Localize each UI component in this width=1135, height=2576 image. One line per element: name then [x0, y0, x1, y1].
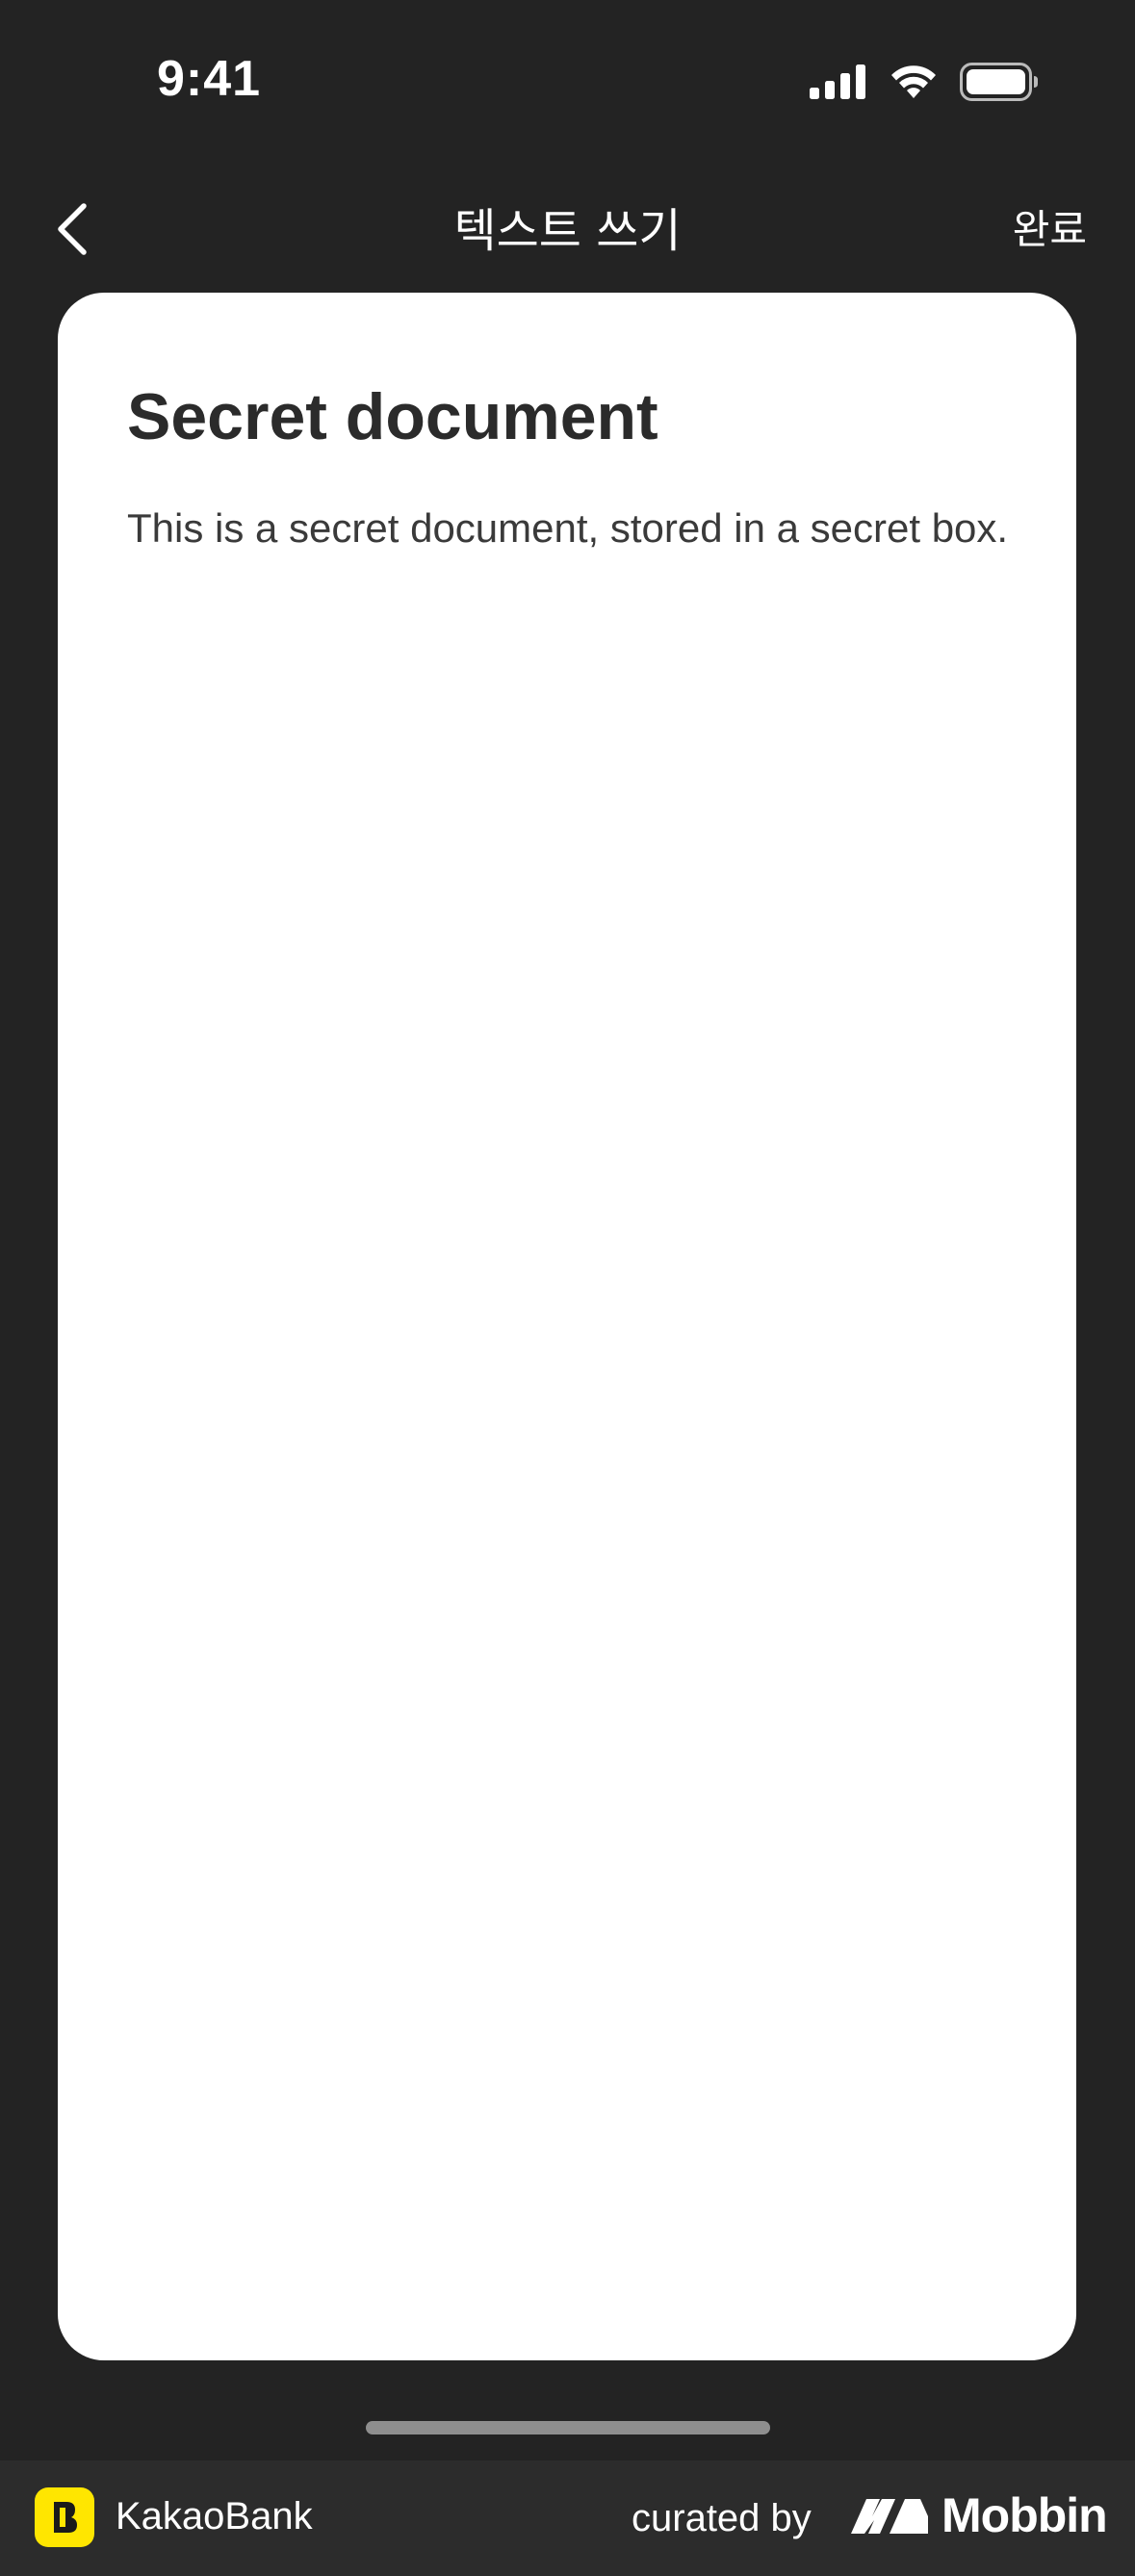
cellular-signal-icon	[810, 64, 867, 104]
done-button[interactable]: 완료	[1013, 197, 1087, 256]
curated-by-label: curated by	[632, 2497, 812, 2539]
wifi-icon	[889, 64, 939, 105]
app-name: KakaoBank	[116, 2495, 313, 2537]
status-icons	[810, 60, 1039, 108]
footer: KakaoBank curated by Mobbin	[0, 2460, 1135, 2576]
curator-name: Mobbin	[942, 2488, 1108, 2542]
document-body[interactable]: This is a secret document, stored in a s…	[127, 501, 1022, 556]
document-editor[interactable]: Secret document This is a secret documen…	[58, 293, 1076, 2360]
battery-icon	[960, 62, 1039, 106]
home-indicator	[366, 2421, 770, 2434]
page-title: 텍스트 쓰기	[453, 204, 682, 258]
document-title[interactable]: Secret document	[127, 379, 658, 454]
kakaobank-logo-icon	[35, 2487, 94, 2547]
mobbin-logo-icon	[851, 2495, 928, 2537]
screen: 9:41 텍스트 쓰기 완료 Secret document This is a…	[0, 0, 1135, 2576]
status-time: 9:41	[157, 51, 262, 107]
